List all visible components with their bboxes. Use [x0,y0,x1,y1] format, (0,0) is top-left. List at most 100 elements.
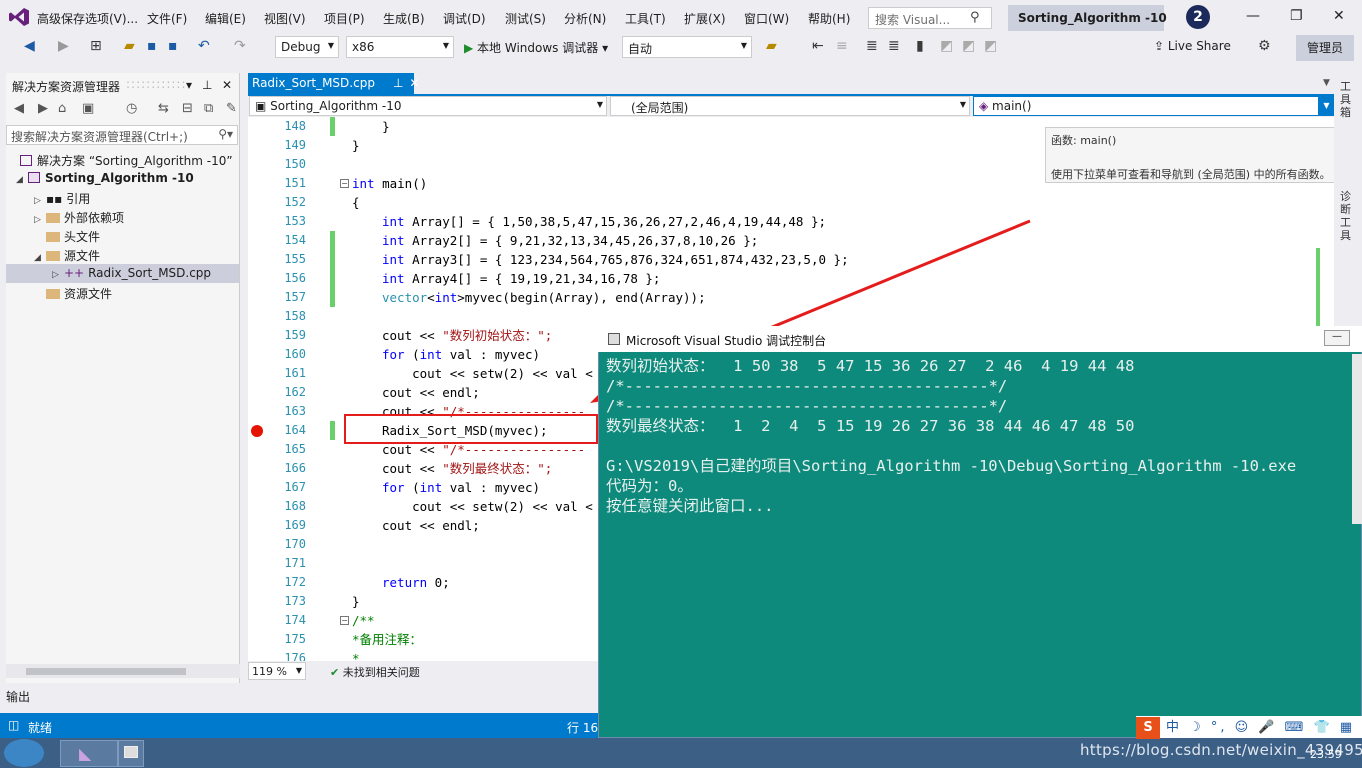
undo-icon[interactable]: ↶ [198,38,210,54]
project-icon [28,172,40,183]
console-scrollbar[interactable] [1352,354,1362,524]
tree-project[interactable]: ◢ Sorting_Algorithm -10 [6,169,239,188]
code-line: int main() [352,174,427,193]
close-panel-icon[interactable]: ✕ [222,78,232,92]
auto-select[interactable]: 自动 ▼ [622,36,752,58]
next-bookmark-icon[interactable]: ◩ [962,38,975,54]
expanded-icon[interactable]: ◢ [16,175,28,185]
platform-select[interactable]: x86 ▼ [346,36,454,58]
menu-window[interactable]: 窗口(W) [744,10,789,27]
code-keyword: int [382,252,405,267]
menu-edit[interactable]: 编辑(E) [205,10,246,27]
bookmark-icon[interactable]: ▮ [916,38,924,54]
menu-extensions[interactable]: 扩展(X) [684,10,726,27]
start-debug-button[interactable]: ▶ 本地 Windows 调试器 ▾ [464,39,608,56]
find-files-icon[interactable]: ▰ [766,38,777,54]
zoom-select[interactable]: 119 % ▼ [248,662,306,680]
menu-help[interactable]: 帮助(H) [808,10,850,27]
drag-grip-icon[interactable]: :::::::::::: [126,77,187,91]
chevron-down-icon[interactable]: ▼ [1319,96,1334,116]
tree-source-files[interactable]: ◢ 源文件 [6,245,239,264]
toolbox-tab[interactable]: 工具箱 [1340,80,1354,119]
save-icon[interactable]: ▪ [147,38,157,54]
home-icon[interactable]: ⌂ [58,101,66,116]
sync-icon[interactable]: ⇆ [158,101,169,116]
feedback-icon[interactable]: ⚙ [1258,38,1271,54]
pin-icon[interactable]: ⊥ [202,78,212,92]
new-project-icon[interactable]: ⊞ [90,38,102,54]
prev-bookmark-icon[interactable]: ◩ [940,38,953,54]
forward-icon[interactable]: ▶ [38,101,48,116]
menu-advanced-save[interactable]: 高级保存选项(V)... [37,10,138,27]
menu-project[interactable]: 项目(P) [324,10,365,27]
windows-start-icon[interactable] [4,739,44,767]
line-number: 165 [284,442,306,456]
menu-view[interactable]: 视图(V) [264,10,306,27]
clear-bookmarks-icon[interactable]: ◩ [984,38,997,54]
taskbar-console[interactable] [118,740,144,767]
nav-project-select[interactable]: ▣ Sorting_Algorithm -10 ▼ [249,96,607,116]
expanded-icon[interactable]: ◢ [34,253,46,263]
close-tab-icon[interactable]: ✕ [409,76,419,90]
open-folder-icon[interactable]: ▰ [124,38,135,54]
tree-header-files[interactable]: 头文件 [6,226,239,245]
admin-badge[interactable]: 管理员 [1296,35,1354,61]
copy-icon[interactable]: ⧉ [204,101,213,116]
menu-test[interactable]: 测试(S) [505,10,546,27]
search-icon[interactable]: ⚲ [970,10,980,25]
diagnostics-tab[interactable]: 诊断工具 [1340,190,1354,242]
save-all-icon[interactable]: ▪ [168,38,178,54]
horizontal-scrollbar[interactable] [6,664,240,678]
collapsed-icon[interactable]: ▷ [34,196,46,206]
config-select[interactable]: Debug ▼ [275,36,339,58]
fold-toggle-icon[interactable]: − [340,616,349,625]
menu-debug[interactable]: 调试(D) [443,10,486,27]
collapsed-icon[interactable]: ▷ [34,215,46,225]
redo-icon[interactable]: ↷ [234,38,246,54]
editor-tab-radix-sort[interactable]: Radix_Sort_MSD.cpp ⊥ ✕ [248,73,419,94]
tree-radix-sort-file[interactable]: ▷ ++ Radix_Sort_MSD.cpp [6,264,239,283]
breakpoint-icon[interactable] [251,425,263,437]
back-icon[interactable]: ◀ [24,38,35,54]
scrollbar-thumb[interactable] [26,668,186,675]
menu-file[interactable]: 文件(F) [147,10,187,27]
line-number: 152 [284,195,306,209]
comment-icon[interactable]: ≣ [866,38,878,54]
minimize-icon[interactable]: — [1246,8,1260,24]
issues-indicator[interactable]: ✔ 未找到相关问题 [330,664,420,680]
nav-scope-select[interactable]: (全局范围) ▼ [610,96,970,116]
switch-view-icon[interactable]: ▣ [82,101,94,116]
close-icon[interactable]: ✕ [1333,8,1345,24]
dropdown-icon[interactable]: ▾ [186,78,192,92]
history-icon[interactable]: ◷ [126,101,137,116]
forward-icon[interactable]: ▶ [58,38,69,54]
indent-icon[interactable]: ≡ [836,38,848,54]
menu-tools[interactable]: 工具(T) [625,10,666,27]
pin-icon[interactable]: ⊥ [393,76,403,90]
code-line: } [352,594,360,609]
fold-toggle-icon[interactable]: − [340,179,349,188]
ime-toolbar[interactable]: S 中 ☽ °, ☺ 🎤 ⌨ 👕 ▦ [1136,716,1362,739]
tree-label: 解决方案 “Sorting_Algorithm -10” [37,154,233,168]
collapsed-icon[interactable]: ▷ [52,270,64,280]
notification-badge[interactable]: 2 [1186,5,1210,29]
minimize-icon[interactable]: — [1324,330,1350,346]
uncomment-icon[interactable]: ≣ [888,38,900,54]
nav-function-select[interactable]: ◈ main() [973,96,1319,116]
step-icon[interactable]: ⇤ [812,38,824,54]
wrench-icon[interactable]: ✎ [226,101,237,116]
solution-search-input[interactable]: 搜索解决方案资源管理器(Ctrl+;) ⚲▾ [6,125,238,145]
chevron-down-icon[interactable]: ▼ [1323,78,1330,88]
output-tab[interactable]: 输出 [6,688,30,705]
live-share-button[interactable]: ⇪ Live Share [1154,39,1231,53]
collapse-icon[interactable]: ⊟ [182,101,193,116]
menu-build[interactable]: 生成(B) [383,10,425,27]
tree-solution[interactable]: 解决方案 “Sorting_Algorithm -10” [6,150,239,169]
menu-analyze[interactable]: 分析(N) [564,10,606,27]
tree-external-deps[interactable]: ▷ 外部依赖项 [6,207,239,226]
tree-references[interactable]: ▷ ▪▪ 引用 [6,188,239,207]
restore-icon[interactable]: ❐ [1290,8,1303,24]
taskbar-visual-studio[interactable]: ◣ [60,740,118,767]
tree-resource-files[interactable]: 资源文件 [6,283,239,302]
back-icon[interactable]: ◀ [14,101,24,116]
